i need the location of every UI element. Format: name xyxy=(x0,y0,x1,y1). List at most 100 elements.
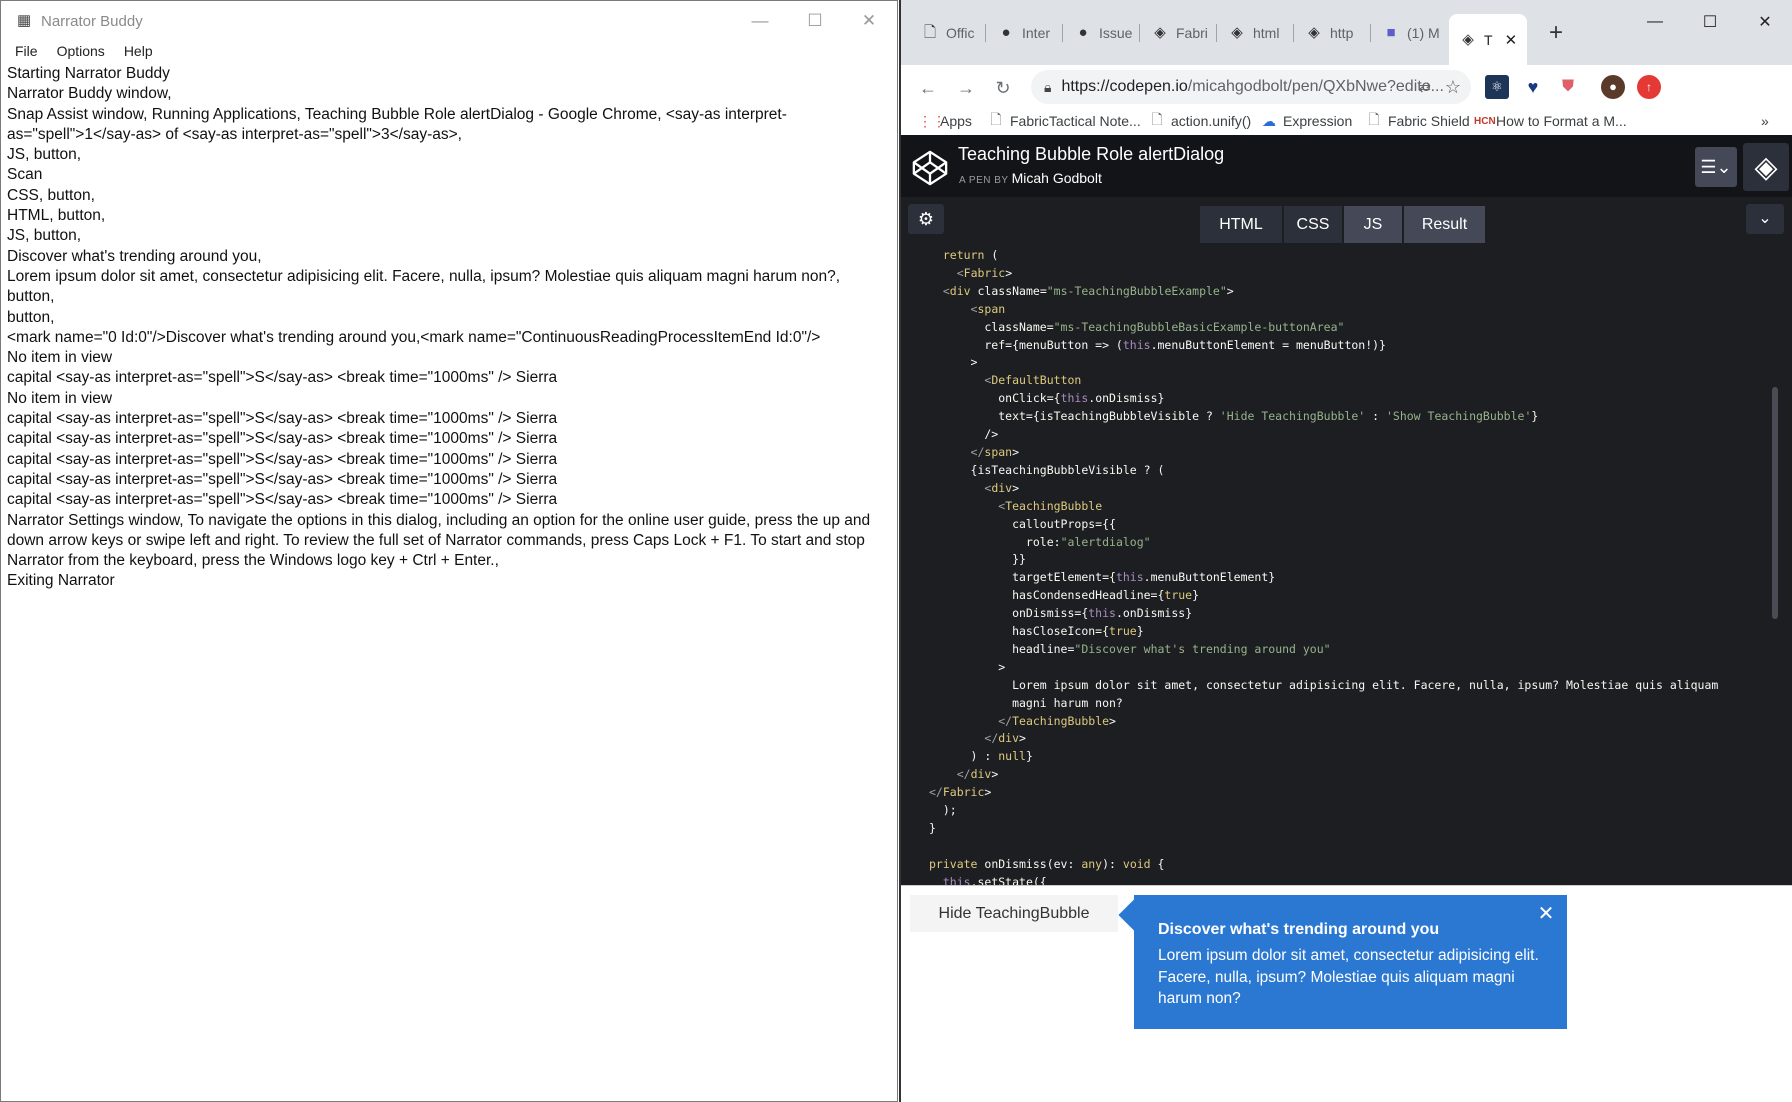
code-line: <div> xyxy=(984,480,1020,495)
bookmarks-bar: ⋮⋮ Apps 🗋 FabricTactical Note... 🗋 action.u… xyxy=(901,109,1792,135)
tab-label: Inter xyxy=(1022,25,1051,41)
code-line: this.setState({ xyxy=(942,874,1047,885)
tab-6[interactable]: ◈ http xyxy=(1295,16,1371,50)
tab-result[interactable]: Result xyxy=(1404,206,1485,243)
layout-menu-button[interactable]: ☰⌄ xyxy=(1695,147,1737,187)
close-icon[interactable]: ✕ xyxy=(1535,903,1557,925)
minimize-icon[interactable]: — xyxy=(733,1,787,41)
document-icon: 🗋 xyxy=(990,111,1002,127)
menu-help[interactable]: Help xyxy=(124,43,153,59)
maximize-icon[interactable]: ☐ xyxy=(1684,8,1736,36)
code-line: </span> xyxy=(970,444,1020,459)
shield-extension-icon[interactable]: ⛊ xyxy=(1556,75,1580,99)
minimize-icon[interactable]: — xyxy=(1629,8,1681,36)
log-line: JS, button, xyxy=(7,146,82,164)
log-line: HTML, button, xyxy=(7,207,106,225)
code-line: text={isTeachingBubbleVisible ? 'Hide Te… xyxy=(929,409,1539,424)
tab-label: html xyxy=(1253,25,1280,41)
close-icon[interactable]: ✕ xyxy=(1739,8,1791,36)
code-line: <span xyxy=(970,301,1006,316)
forward-icon[interactable]: → xyxy=(953,75,979,101)
tab-css[interactable]: CSS xyxy=(1284,206,1342,243)
avatar[interactable]: ● xyxy=(1601,75,1625,99)
log-line: Narrator Settings window, To navigate th… xyxy=(7,511,875,570)
tab-close-icon[interactable]: ✕ xyxy=(1505,31,1518,49)
pen-author[interactable]: Micah Godbolt xyxy=(1012,170,1102,186)
code-line: hasCloseIcon={true} xyxy=(929,624,1144,639)
bookmark-fabric-shield[interactable]: 🗋 Fabric Shield xyxy=(1366,110,1469,132)
menu-options[interactable]: Options xyxy=(57,43,105,59)
code-line: ref={menuButton => (this.menuButtonEleme… xyxy=(929,337,1386,352)
bookmark-how-to-format[interactable]: HCN How to Format a M... xyxy=(1474,110,1627,132)
more-bookmarks-button[interactable]: » xyxy=(1761,110,1769,132)
tab-4[interactable]: ◈ Fabri xyxy=(1141,16,1217,50)
tab-7[interactable]: ■ (1) M xyxy=(1372,16,1448,50)
narrator-log[interactable]: Starting Narrator Buddy Narrator Buddy wi… xyxy=(1,61,897,595)
react-devtools-icon[interactable]: ⚛ xyxy=(1485,75,1509,99)
document-icon: 🗋 xyxy=(1368,111,1380,127)
document-icon: 🗋 xyxy=(1151,111,1163,127)
address-bar[interactable]: 🔒︎ https://codepen.io/micahgodbolt/pen/Q… xyxy=(1031,70,1471,104)
js-code-editor[interactable]: return ( <Fabric> <div className="ms-Tea… xyxy=(901,244,1792,885)
result-panel: Hide TeachingBubble Discover what's tren… xyxy=(901,885,1792,1102)
bookmark-label: FabricTactical Note... xyxy=(1010,113,1141,129)
log-line: Starting Narrator Buddy xyxy=(7,65,170,82)
bookmark-fabrictactical[interactable]: 🗋 FabricTactical Note... xyxy=(988,110,1141,132)
tab-label: Offic xyxy=(946,25,975,41)
code-line: <div className="ms-TeachingBubbleExample… xyxy=(942,283,1234,298)
tab-js[interactable]: JS xyxy=(1344,206,1402,243)
tab-label: Issue xyxy=(1099,25,1133,41)
reload-icon[interactable]: ↻ xyxy=(990,75,1016,101)
translate-icon[interactable]: ⇄ xyxy=(1418,78,1431,96)
github-icon: ● xyxy=(1001,24,1011,41)
pen-by: A PEN BY Micah Godbolt xyxy=(959,170,1102,186)
document-icon: 🗋 xyxy=(923,24,937,41)
menu-file[interactable]: File xyxy=(15,43,38,59)
apps-icon: ⋮⋮ xyxy=(918,112,946,129)
code-line: ) : null} xyxy=(929,749,1033,764)
bookmark-apps[interactable]: ⋮⋮ Apps xyxy=(918,110,972,132)
tab-5[interactable]: ◈ html xyxy=(1218,16,1294,50)
codepen-icon: ◈ xyxy=(1231,24,1243,41)
update-icon[interactable]: ↑ xyxy=(1637,75,1661,99)
gear-icon[interactable]: ⚙ xyxy=(908,204,944,234)
chevron-down-icon[interactable]: ⌄ xyxy=(1746,204,1784,234)
back-icon[interactable]: ← xyxy=(915,75,941,101)
code-line: targetElement={this.menuButtonElement} xyxy=(929,570,1276,585)
tab-active[interactable]: ◈ T ✕ xyxy=(1449,14,1527,65)
log-line: button, xyxy=(7,308,55,326)
code-text: return ( <Fabric> <div className="ms-Tea… xyxy=(929,247,1792,885)
codepen-logo-icon[interactable] xyxy=(911,149,949,187)
avatar[interactable]: ◈ xyxy=(1743,143,1789,191)
code-line: > xyxy=(929,659,1006,674)
tab-2[interactable]: ● Inter xyxy=(987,16,1063,50)
tab-1[interactable]: 🗋 Offic xyxy=(911,16,986,50)
github-icon: ● xyxy=(1078,24,1088,41)
code-line: {isTeachingBubbleVisible ? ( xyxy=(929,462,1165,477)
close-icon[interactable]: ✕ xyxy=(842,1,896,41)
bookmark-expression[interactable]: ☁ Expression xyxy=(1261,110,1352,132)
tab-3[interactable]: ● Issue xyxy=(1064,16,1140,50)
log-line: capital <say-as interpret-as="spell">S</… xyxy=(7,470,558,488)
log-line: <mark name="0 Id:0"/>Discover what's tre… xyxy=(7,328,821,346)
tab-label: (1) M xyxy=(1407,25,1440,41)
maximize-icon[interactable]: ☐ xyxy=(788,1,842,41)
log-line: capital <say-as interpret-as="spell">S</… xyxy=(7,410,558,428)
bookmark-action-unify[interactable]: 🗋 action.unify() xyxy=(1149,110,1251,132)
layout-icon: ☰⌄ xyxy=(1700,156,1732,177)
log-line: CSS, button, xyxy=(7,186,95,204)
log-line: Discover what's trending around you, xyxy=(7,247,262,265)
log-line: JS, button, xyxy=(7,227,82,245)
editor-toolbar: ⚙ HTML CSS JS Result ⌄ xyxy=(901,197,1792,244)
heart-extension-icon[interactable]: ♥ xyxy=(1521,75,1545,99)
star-icon[interactable]: ☆ xyxy=(1445,77,1461,98)
log-line: Exiting Narrator xyxy=(7,572,115,590)
log-line: No item in view xyxy=(7,349,113,367)
new-tab-icon[interactable]: + xyxy=(1539,16,1573,50)
tab-html[interactable]: HTML xyxy=(1200,206,1282,243)
editor-scrollbar[interactable] xyxy=(1772,387,1778,619)
code-line: <TeachingBubble xyxy=(998,498,1103,513)
code-line: return ( xyxy=(942,248,999,262)
hide-teachingbubble-button[interactable]: Hide TeachingBubble xyxy=(910,895,1118,932)
menu-bar: File Options Help xyxy=(1,41,897,61)
